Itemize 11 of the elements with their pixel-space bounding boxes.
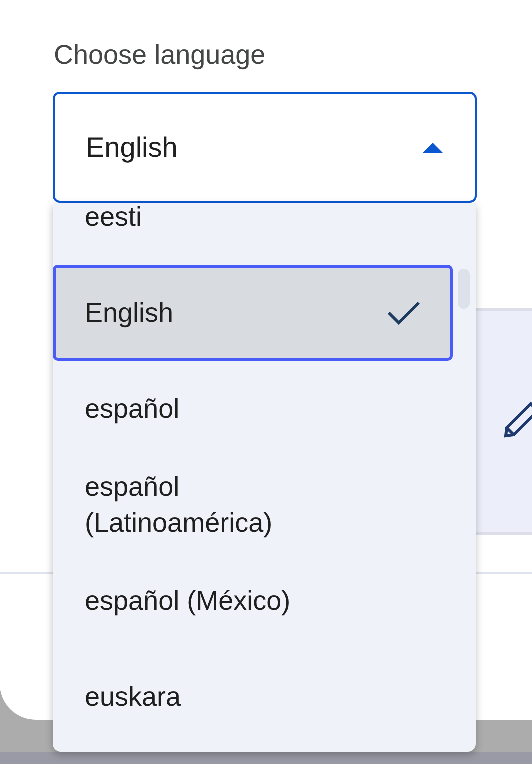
- language-option[interactable]: español (Latinoamérica): [53, 457, 453, 553]
- language-option[interactable]: español (México): [53, 553, 453, 649]
- pencil-icon: [503, 399, 532, 439]
- language-option[interactable]: English: [53, 265, 453, 361]
- language-option[interactable]: eesti: [53, 203, 453, 265]
- language-select[interactable]: English: [53, 92, 477, 203]
- caret-icon: [423, 142, 443, 152]
- checkmark-icon: [387, 301, 421, 325]
- language-option[interactable]: español: [53, 361, 453, 457]
- field-label: Choose language: [54, 39, 267, 72]
- language-option[interactable]: euskara: [53, 649, 453, 745]
